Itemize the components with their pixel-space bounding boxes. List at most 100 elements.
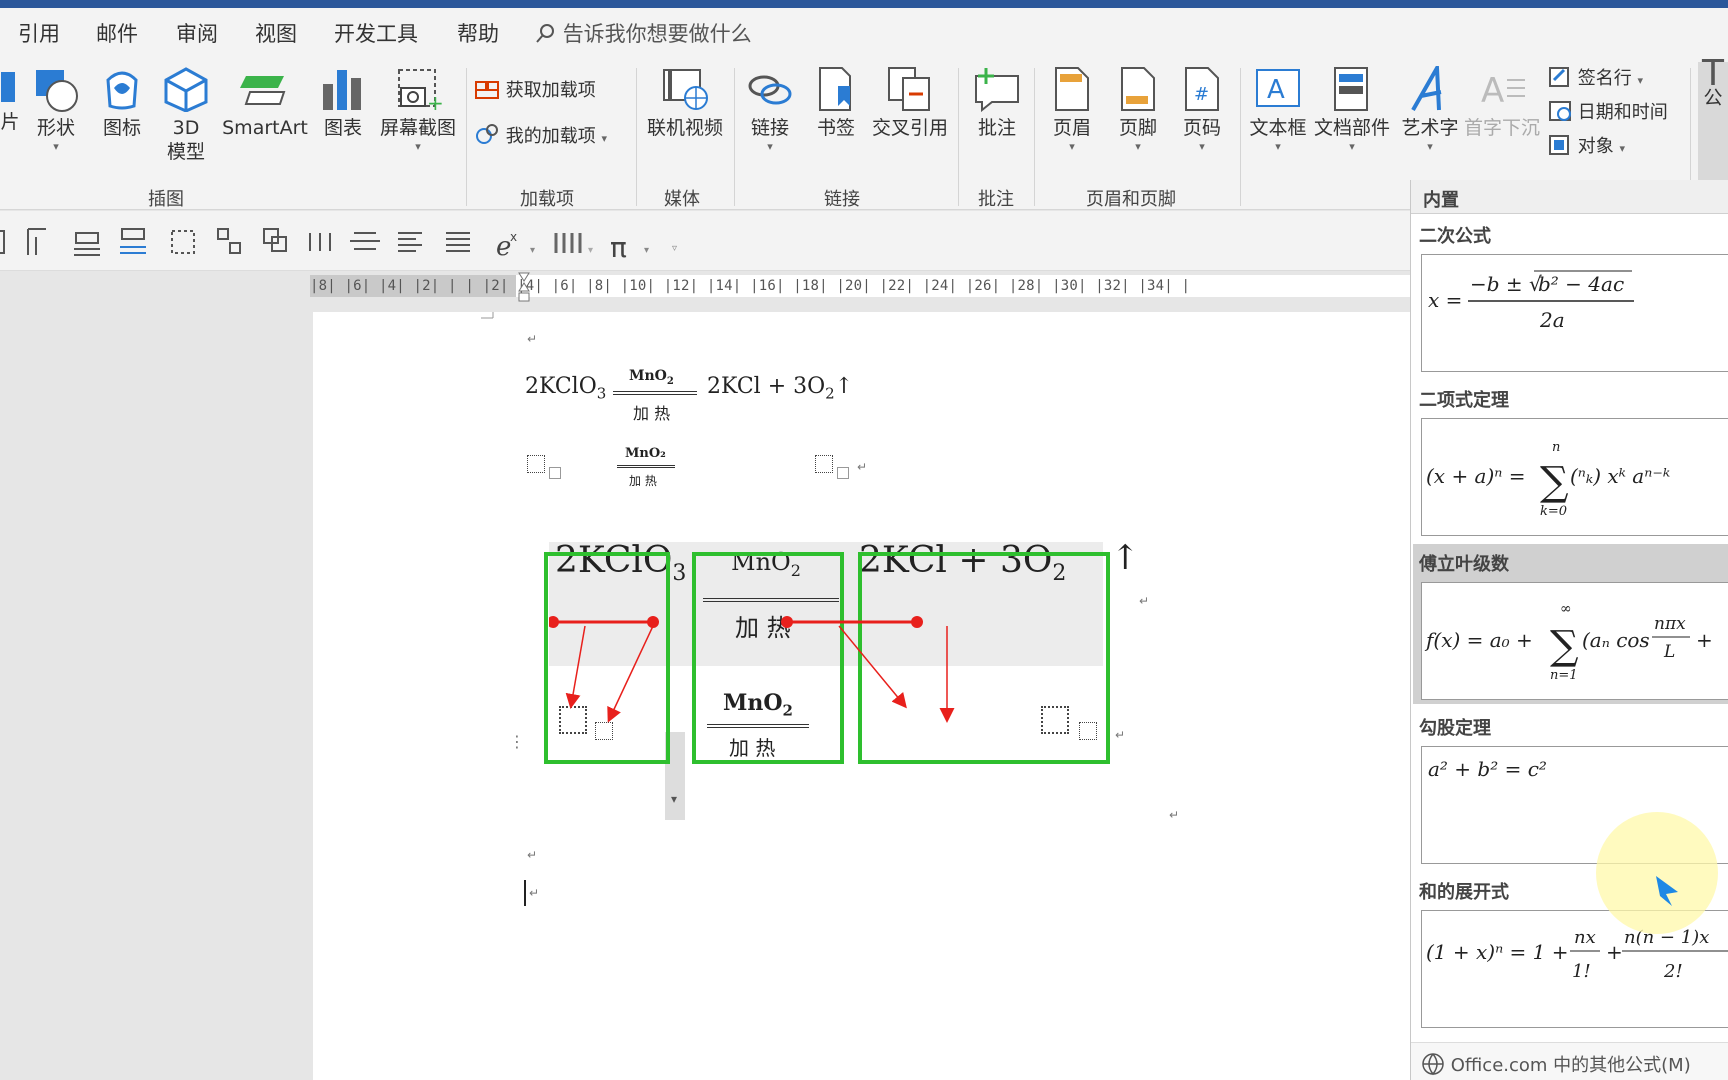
paragraph-mark: ↵ — [1115, 728, 1126, 742]
get-addins-button[interactable]: 获取加载项 — [474, 76, 596, 102]
online-video-button[interactable]: 联机视频 — [642, 66, 728, 140]
addins-icon — [476, 124, 498, 144]
columns-icon[interactable] — [309, 233, 331, 251]
svg-text:x =: x = — [1428, 288, 1462, 312]
tab-review[interactable]: 审阅 — [176, 18, 218, 48]
chevron-down-icon: ▾ — [767, 140, 773, 153]
cube-icon — [164, 67, 208, 112]
tab-developer[interactable]: 开发工具 — [334, 18, 418, 48]
svg-text:∞: ∞ — [1560, 601, 1572, 617]
tab-references[interactable]: 引用 — [18, 18, 60, 48]
tab-mailings[interactable]: 邮件 — [96, 18, 138, 48]
bookmark-button[interactable]: 书签 — [808, 66, 864, 140]
group-illustrations-label: 插图 — [148, 189, 184, 210]
page-number-label: 页码 — [1182, 117, 1221, 139]
document-page[interactable]: ↵ 2KClO3 MnO2 加 热 2KCl + 3O2↑ MnO₂ 加 热 ↵… — [313, 312, 1410, 1080]
textbox-button[interactable]: A 文本框 ▾ — [1246, 66, 1310, 154]
drop-cap-button[interactable]: A 首字下沉 — [1460, 66, 1544, 140]
tab-view[interactable]: 视图 — [255, 18, 297, 48]
header-icon — [1055, 67, 1089, 111]
date-time-button[interactable]: 日期和时间 — [1548, 98, 1668, 124]
equation-quadratic[interactable]: x = −b ± √ b² − 4ac 2a — [1421, 254, 1728, 372]
equation-icon: T — [1702, 53, 1724, 94]
new-comment-button[interactable]: 批注 — [966, 66, 1028, 140]
link-button[interactable]: 链接 ▾ — [742, 66, 798, 154]
footer-button[interactable]: 页脚 ▾ — [1110, 66, 1166, 154]
paragraph-mark: ↵ — [1169, 808, 1180, 822]
equation-gallery: 内置 二次公式 x = −b ± √ b² − 4ac 2a 二项式定理 (x … — [1410, 180, 1728, 1080]
icons-button[interactable]: 图标 — [96, 66, 148, 140]
center-icon[interactable] — [350, 232, 380, 250]
shapes-button[interactable]: 形状 ▾ — [30, 66, 82, 154]
placeholder-box[interactable] — [815, 455, 833, 473]
tab-help[interactable]: 帮助 — [457, 18, 499, 48]
object-icon — [1549, 135, 1569, 155]
svg-text:▾: ▾ — [644, 245, 649, 256]
search-icon — [536, 24, 554, 43]
eq2-catalyst: MnO₂ — [625, 446, 666, 461]
calendar-icon — [1549, 101, 1571, 121]
title-bar-strip — [0, 0, 1728, 8]
subscript-placeholder[interactable] — [549, 467, 561, 479]
smartart-button[interactable]: SmartArt — [220, 66, 310, 140]
tell-me-text: 告诉我你想要做什么 — [562, 22, 752, 46]
svg-text:(aₙ cos: (aₙ cos — [1582, 628, 1650, 652]
pi-icon[interactable]: π — [610, 231, 627, 264]
subscript-placeholder[interactable] — [837, 467, 849, 479]
text-cursor — [524, 880, 526, 906]
bookmark-label: 书签 — [816, 117, 855, 139]
screenshot-button[interactable]: + 屏幕截图 ▾ — [376, 66, 460, 154]
3d-models-button[interactable]: 3D 模型 — [160, 66, 212, 164]
svg-text:A: A — [1267, 75, 1285, 105]
equation-fourier[interactable]: f(x) = a₀ + ∞ ∑ n=1 (aₙ cos nπx L + — [1421, 582, 1728, 700]
online-video-label: 联机视频 — [646, 117, 723, 139]
comment-label: 批注 — [977, 117, 1016, 139]
pythagorean-formula: a² + b² = c² — [1428, 757, 1547, 781]
equation-button[interactable]: T 公 — [1698, 53, 1728, 180]
below-icon[interactable] — [121, 228, 145, 240]
link-label: 链接 — [750, 117, 789, 139]
wordart-label: 艺术字 — [1401, 117, 1459, 139]
textbox-icon: A — [1256, 69, 1300, 107]
video-globe-icon — [663, 69, 708, 110]
group-separator — [1034, 68, 1035, 206]
chart-button[interactable]: 图表 — [318, 66, 368, 140]
box-icon[interactable] — [171, 230, 195, 254]
align-icon[interactable] — [217, 228, 229, 240]
horizontal-ruler[interactable]: |8| |6| |4| |2| | | |2| |4| |6| |8| |10|… — [310, 271, 1410, 307]
svg-text:x: x — [510, 230, 517, 244]
more-equations-link[interactable]: Office.com 中的其他公式(M) — [1411, 1042, 1728, 1080]
matrix-icon[interactable] — [0, 230, 5, 254]
paragraph-mark: ↵ — [1139, 594, 1150, 608]
screenshot-icon: + — [398, 69, 443, 112]
justify-icon[interactable] — [446, 232, 470, 252]
object-button[interactable]: 对象 ▾ — [1548, 132, 1625, 158]
section-binomial-title: 二项式定理 — [1419, 390, 1509, 411]
overflow-icon[interactable]: ▿ — [672, 243, 677, 254]
placeholder-box[interactable] — [527, 455, 545, 473]
quick-parts-button[interactable]: 文档部件 ▾ — [1312, 66, 1392, 154]
section-fourier-title: 傅立叶级数 — [1419, 554, 1509, 575]
group-separator — [734, 68, 735, 206]
tell-me-search[interactable]: 告诉我你想要做什么 — [534, 18, 752, 48]
align-left-icon[interactable] — [398, 232, 422, 252]
footer-label: 页脚 — [1118, 117, 1157, 139]
header-button[interactable]: 页眉 ▾ — [1044, 66, 1100, 154]
wordart-button[interactable]: 艺术字 ▾ — [1394, 66, 1466, 154]
chevron-down-icon: ▾ — [1135, 140, 1141, 153]
page-number-button[interactable]: # 页码 ▾ — [1174, 66, 1230, 154]
svg-text:1!: 1! — [1572, 961, 1591, 982]
equation-binomial[interactable]: (x + a)ⁿ = n ∑ k=0 (ⁿₖ) xᵏ aⁿ⁻ᵏ — [1421, 418, 1728, 536]
drag-handle-icon[interactable]: ⋮ — [509, 732, 525, 751]
above-icon[interactable] — [75, 232, 99, 244]
expansion-formula: (1 + x)ⁿ = 1 + nx 1! + n(n − 1)x 2! — [1426, 927, 1728, 982]
bracket-icon[interactable] — [27, 228, 46, 255]
svg-text:(1 + x)ⁿ = 1 +: (1 + x)ⁿ = 1 + — [1426, 940, 1569, 964]
cross-reference-button[interactable]: 交叉引用 — [868, 66, 952, 140]
signature-line-button[interactable]: 签名行 ▾ — [1548, 64, 1643, 90]
bars-icon[interactable] — [554, 233, 582, 253]
margin-corner-mark — [481, 312, 494, 319]
pictures-button[interactable]: 片 — [0, 66, 20, 134]
indent-marker[interactable] — [516, 271, 536, 307]
my-addins-button[interactable]: 我的加载项 ▾ — [474, 122, 607, 148]
